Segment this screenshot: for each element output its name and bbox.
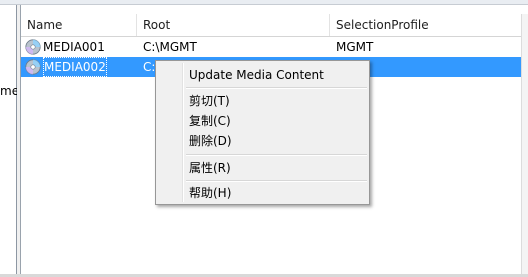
navigation-pane[interactable]: me xyxy=(0,5,19,277)
right-window-edge xyxy=(521,14,528,277)
context-menu: Update Media Content 剪切(T) 复制(C) 删除(D) 属… xyxy=(155,60,370,205)
menu-item-help[interactable]: 帮助(H) xyxy=(159,183,366,203)
media-name: MEDIA002 xyxy=(43,57,107,77)
menu-item-copy[interactable]: 复制(C) xyxy=(159,111,366,131)
menu-item-update-media-content[interactable]: Update Media Content xyxy=(159,65,366,85)
column-header-name[interactable]: Name xyxy=(21,14,136,36)
media-name: MEDIA001 xyxy=(43,40,105,54)
column-header-root[interactable]: Root xyxy=(137,14,329,36)
menu-item-properties[interactable]: 属性(R) xyxy=(159,158,366,178)
menu-item-cut[interactable]: 剪切(T) xyxy=(159,91,366,111)
screen: me Name Root SelectionProfile MEDIA001 C… xyxy=(0,0,528,277)
list-header: Name Root SelectionProfile xyxy=(21,14,521,37)
column-header-selectionprofile[interactable]: SelectionProfile xyxy=(330,14,521,36)
media-selection-profile: MGMT xyxy=(336,40,374,54)
disc-icon xyxy=(25,59,41,75)
disc-icon xyxy=(25,39,41,55)
menu-item-delete[interactable]: 删除(D) xyxy=(159,131,366,151)
media-root: C:\MGMT xyxy=(143,40,197,54)
menu-separator xyxy=(186,180,367,182)
menu-separator xyxy=(186,87,367,89)
menu-separator xyxy=(186,154,367,156)
top-toolbar-edge xyxy=(0,0,528,5)
list-item[interactable]: MEDIA001 C:\MGMT MGMT xyxy=(21,37,521,57)
